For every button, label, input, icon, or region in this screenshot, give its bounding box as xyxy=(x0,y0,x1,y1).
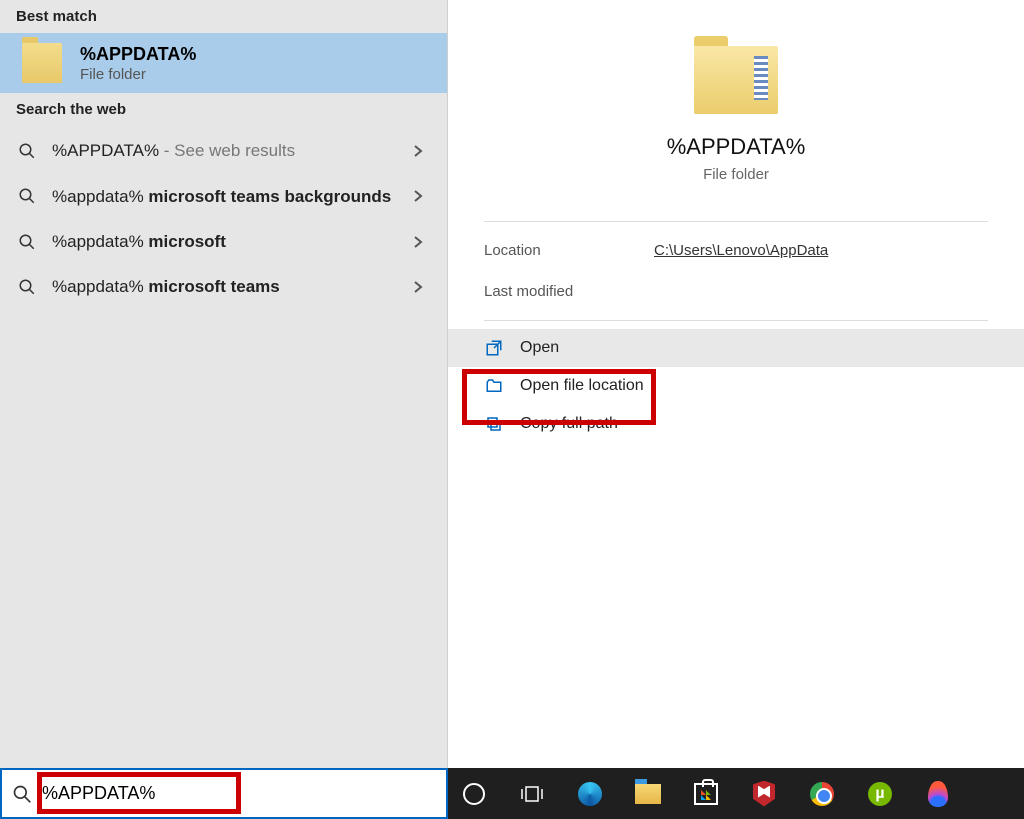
chevron-right-icon xyxy=(413,144,431,158)
result-subtitle: File folder xyxy=(80,66,196,83)
open-icon xyxy=(484,339,504,357)
preview-subtitle: File folder xyxy=(448,166,1024,183)
chrome-icon[interactable] xyxy=(808,780,836,808)
taskbar: µ xyxy=(0,768,1024,819)
web-result-text: %APPDATA% xyxy=(52,141,159,160)
preview-panel: %APPDATA% File folder Location C:\Users\… xyxy=(448,0,1024,768)
edge-icon[interactable] xyxy=(576,780,604,808)
open-action[interactable]: Open xyxy=(448,329,1024,367)
web-result-suffix: - See web results xyxy=(159,141,295,160)
cortana-icon[interactable] xyxy=(460,780,488,808)
search-icon xyxy=(16,278,38,296)
folder-icon xyxy=(694,46,778,114)
search-web-header: Search the web xyxy=(0,93,447,126)
web-result-text: %appdata% xyxy=(52,232,148,251)
web-result-text: %appdata% xyxy=(52,187,148,206)
copy-icon xyxy=(484,415,504,433)
location-label: Location xyxy=(484,242,654,259)
search-results-panel: Best match %APPDATA% File folder Search … xyxy=(0,0,448,768)
preview-title: %APPDATA% xyxy=(448,134,1024,160)
web-result-bold: microsoft xyxy=(148,232,225,251)
web-result[interactable]: %appdata% microsoft xyxy=(0,219,447,264)
last-modified-label: Last modified xyxy=(484,283,654,300)
mcafee-icon[interactable] xyxy=(750,780,778,808)
divider xyxy=(484,221,988,222)
best-match-header: Best match xyxy=(0,0,447,33)
location-link[interactable]: C:\Users\Lenovo\AppData xyxy=(654,242,828,259)
web-results-list: %APPDATA% - See web results %appdata% mi… xyxy=(0,126,447,309)
folder-open-icon xyxy=(484,377,504,395)
chevron-right-icon xyxy=(413,235,431,249)
open-file-location-label: Open file location xyxy=(520,377,644,395)
web-result-bold: microsoft teams backgrounds xyxy=(148,187,391,206)
chevron-right-icon xyxy=(413,280,431,294)
search-icon xyxy=(12,784,32,804)
search-icon xyxy=(16,142,38,160)
web-result[interactable]: %APPDATA% - See web results xyxy=(0,128,447,173)
file-explorer-icon[interactable] xyxy=(634,780,662,808)
paint3d-icon[interactable] xyxy=(924,780,952,808)
copy-full-path-label: Copy full path xyxy=(520,415,618,433)
taskbar-icons: µ xyxy=(448,768,1024,819)
chevron-right-icon xyxy=(413,189,431,203)
copy-full-path-action[interactable]: Copy full path xyxy=(448,405,1024,443)
web-result-bold: microsoft teams xyxy=(148,277,279,296)
microsoft-store-icon[interactable] xyxy=(692,780,720,808)
folder-icon xyxy=(22,43,62,83)
web-result-text: %appdata% xyxy=(52,277,148,296)
search-box[interactable] xyxy=(0,768,448,819)
search-icon xyxy=(16,233,38,251)
search-input[interactable] xyxy=(42,783,402,804)
search-icon xyxy=(16,187,38,205)
open-label: Open xyxy=(520,339,559,357)
utorrent-icon[interactable]: µ xyxy=(866,780,894,808)
web-result[interactable]: %appdata% microsoft teams xyxy=(0,264,447,309)
task-view-icon[interactable] xyxy=(518,780,546,808)
best-match-result[interactable]: %APPDATA% File folder xyxy=(0,33,447,93)
open-file-location-action[interactable]: Open file location xyxy=(448,367,1024,405)
divider xyxy=(484,320,988,321)
web-result[interactable]: %appdata% microsoft teams backgrounds xyxy=(0,174,447,219)
result-title: %APPDATA% xyxy=(80,43,196,66)
